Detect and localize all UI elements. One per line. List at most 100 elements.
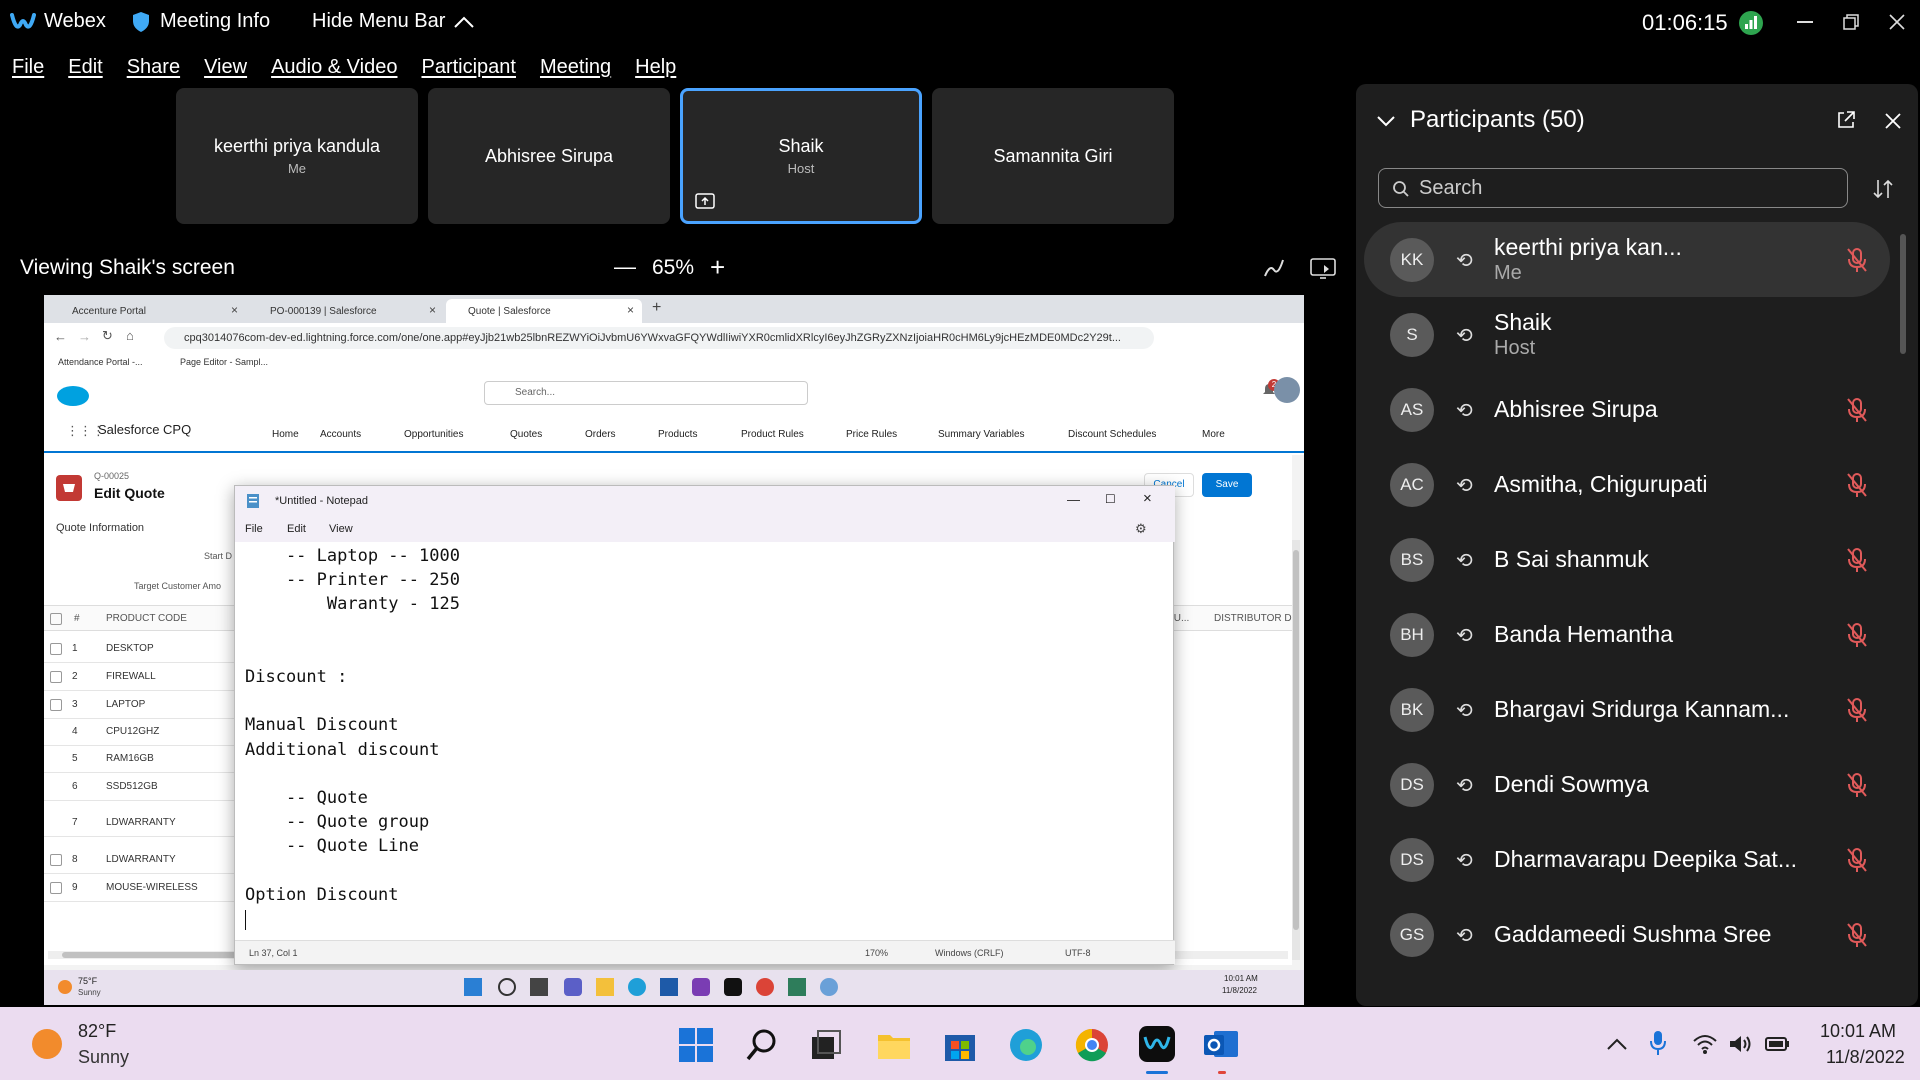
task-view-icon[interactable] xyxy=(808,1027,844,1063)
nav-item[interactable]: Accounts xyxy=(320,429,361,440)
row-checkbox[interactable] xyxy=(50,671,62,683)
table-row[interactable]: 3 LAPTOP xyxy=(44,691,234,719)
wifi-icon[interactable] xyxy=(1692,1033,1718,1055)
clock-time[interactable]: 10:01 AM xyxy=(1820,1021,1896,1042)
menu-edit[interactable]: Edit xyxy=(68,56,102,79)
participant-row[interactable]: BH ⟲ Banda Hemantha xyxy=(1364,597,1890,672)
muted-mic-icon[interactable] xyxy=(1844,396,1870,424)
salesforce-search[interactable]: Search... xyxy=(484,381,808,405)
chevron-up-icon[interactable] xyxy=(1606,1037,1628,1051)
pop-out-icon[interactable] xyxy=(1836,110,1856,130)
battery-icon[interactable] xyxy=(1764,1033,1790,1055)
reload-icon[interactable]: ↻ xyxy=(102,328,113,344)
close-tab-icon[interactable]: × xyxy=(627,303,634,317)
muted-mic-icon[interactable] xyxy=(1844,246,1870,274)
outlook-icon[interactable] xyxy=(1202,1025,1240,1063)
file-explorer-icon[interactable] xyxy=(596,978,614,996)
close-tab-icon[interactable]: × xyxy=(231,303,238,317)
webex-icon[interactable] xyxy=(724,978,742,996)
participant-row[interactable]: GS ⟲ Gaddameedi Sushma Sree xyxy=(1364,897,1890,972)
zoom-in-button[interactable]: + xyxy=(710,252,725,283)
row-checkbox[interactable] xyxy=(50,854,62,866)
participant-row[interactable]: BS ⟲ B Sai shanmuk xyxy=(1364,522,1890,597)
video-tile-samannita[interactable]: Samannita Giri xyxy=(932,88,1174,224)
webex-logo[interactable]: Webex xyxy=(10,10,106,33)
row-checkbox[interactable] xyxy=(50,643,62,655)
nav-item[interactable]: Summary Variables xyxy=(938,429,1025,440)
remote-control-icon[interactable] xyxy=(1310,258,1336,280)
notepad-menu-file[interactable]: File xyxy=(245,523,263,535)
close-icon[interactable] xyxy=(1884,112,1902,130)
participant-row[interactable]: S ⟲ Shaik Host xyxy=(1364,297,1890,372)
menu-view[interactable]: View xyxy=(204,56,247,79)
nav-item[interactable]: More xyxy=(1202,429,1225,440)
volume-icon[interactable] xyxy=(1728,1033,1754,1055)
table-row[interactable]: 6 SSD512GB xyxy=(44,773,234,801)
settings-gear-icon[interactable]: ⚙ xyxy=(1135,521,1147,537)
muted-mic-icon[interactable] xyxy=(1844,846,1870,874)
maximize-icon[interactable]: ☐ xyxy=(1105,492,1116,506)
annotate-icon[interactable] xyxy=(1262,256,1286,280)
network-quality-icon[interactable] xyxy=(1738,10,1764,36)
menu-share[interactable]: Share xyxy=(127,56,180,79)
nav-item[interactable]: Quotes xyxy=(510,429,542,440)
chrome-icon[interactable] xyxy=(756,978,774,996)
bookmark-item[interactable]: Attendance Portal -... xyxy=(58,357,143,367)
new-tab-icon[interactable]: + xyxy=(652,299,661,317)
start-icon[interactable] xyxy=(464,978,482,996)
select-all-checkbox[interactable] xyxy=(50,613,62,625)
webex-icon[interactable] xyxy=(1138,1025,1176,1063)
teams-icon[interactable] xyxy=(564,978,582,996)
table-row[interactable]: 2 FIREWALL xyxy=(44,663,234,691)
muted-mic-icon[interactable] xyxy=(1844,771,1870,799)
salesforce-cloud-icon[interactable] xyxy=(56,383,90,407)
muted-mic-icon[interactable] xyxy=(1844,621,1870,649)
chevron-down-icon[interactable] xyxy=(1376,114,1396,128)
muted-mic-icon[interactable] xyxy=(1844,696,1870,724)
restore-button[interactable] xyxy=(1828,0,1874,44)
row-checkbox[interactable] xyxy=(50,882,62,894)
menu-help[interactable]: Help xyxy=(635,56,676,79)
menu-audio-video[interactable]: Audio & Video xyxy=(271,56,397,79)
participant-scrollbar[interactable] xyxy=(1898,224,1908,1004)
nav-item[interactable]: Opportunities xyxy=(404,429,463,440)
muted-mic-icon[interactable] xyxy=(1844,921,1870,949)
nav-item[interactable]: Discount Schedules xyxy=(1068,429,1156,440)
task-view-icon[interactable] xyxy=(530,978,548,996)
back-icon[interactable]: ← xyxy=(54,329,67,344)
chrome-icon[interactable] xyxy=(1074,1027,1110,1063)
menu-meeting[interactable]: Meeting xyxy=(540,56,611,79)
participant-row[interactable]: DS ⟲ Dharmavarapu Deepika Sat... xyxy=(1364,822,1890,897)
minimize-button[interactable] xyxy=(1782,0,1828,44)
browser-tab[interactable]: Accenture Portal × xyxy=(50,299,246,323)
muted-mic-icon[interactable] xyxy=(1844,546,1870,574)
scrollbar[interactable] xyxy=(1292,540,1300,960)
row-checkbox[interactable] xyxy=(50,699,62,711)
weather-icon[interactable] xyxy=(32,1029,62,1059)
edge-icon[interactable] xyxy=(1008,1027,1044,1063)
bookmark-item[interactable]: Page Editor - Sampl... xyxy=(180,357,268,367)
participant-row[interactable]: AS ⟲ Abhisree Sirupa xyxy=(1364,372,1890,447)
microsoft-store-icon[interactable] xyxy=(942,1027,978,1063)
participant-row[interactable]: BK ⟲ Bhargavi Sridurga Kannam... xyxy=(1364,672,1890,747)
muted-mic-icon[interactable] xyxy=(1844,471,1870,499)
notepad-text-area[interactable]: -- Laptop -- 1000 -- Printer -- 250 Wara… xyxy=(245,544,1145,914)
file-explorer-icon[interactable] xyxy=(876,1027,912,1063)
app-icon[interactable] xyxy=(788,978,806,996)
app-icon[interactable] xyxy=(692,978,710,996)
participant-row[interactable]: AC ⟲ Asmitha, Chigurupati xyxy=(1364,447,1890,522)
start-icon[interactable] xyxy=(678,1027,714,1063)
video-tile-abhisree[interactable]: Abhisree Sirupa xyxy=(428,88,670,224)
store-icon[interactable] xyxy=(660,978,678,996)
participant-row[interactable]: DS ⟲ Dendi Sowmya xyxy=(1364,747,1890,822)
forward-icon[interactable]: → xyxy=(78,329,91,344)
close-window-button[interactable] xyxy=(1874,0,1920,44)
video-tile-shaik[interactable]: Shaik Host xyxy=(680,88,922,224)
sort-icon[interactable] xyxy=(1872,178,1894,200)
close-tab-icon[interactable]: × xyxy=(429,303,436,317)
participant-row[interactable]: KK ⟲ keerthi priya kan... Me xyxy=(1364,222,1890,297)
url-bar[interactable]: cpq3014076com-dev-ed.lightning.force.com… xyxy=(164,327,1154,349)
browser-tab[interactable]: PO-000139 | Salesforce × xyxy=(248,299,444,323)
video-tile-me[interactable]: keerthi priya kandula Me xyxy=(176,88,418,224)
nav-item[interactable]: Products xyxy=(658,429,697,440)
